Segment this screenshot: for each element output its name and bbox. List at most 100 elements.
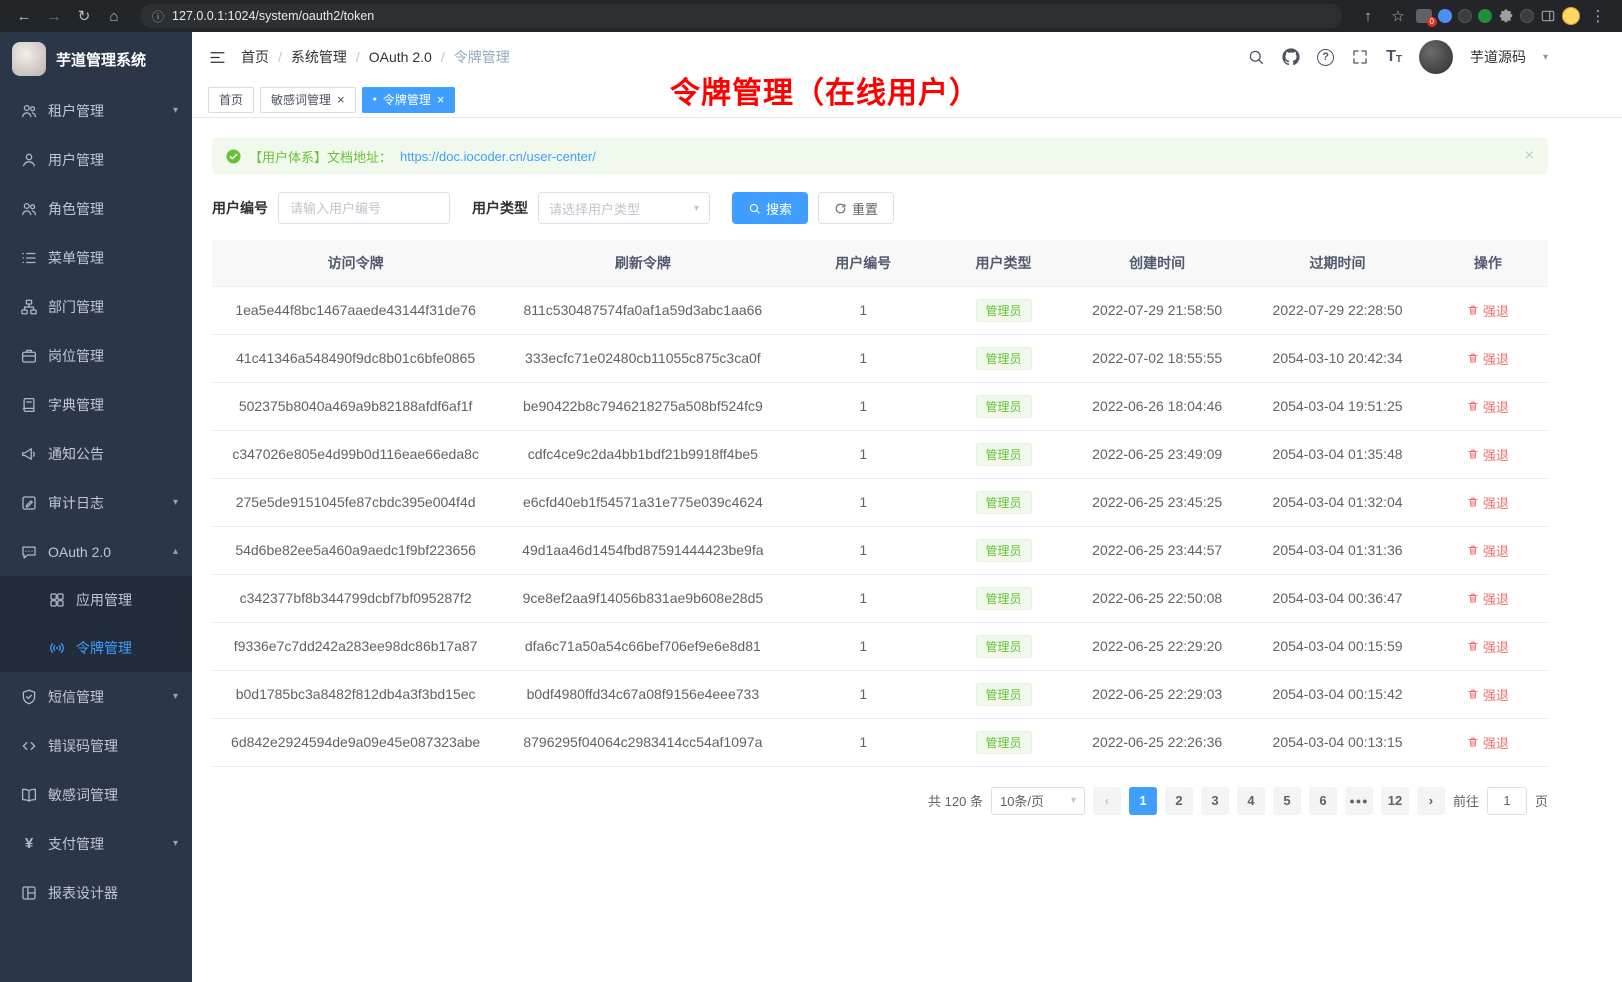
user-icon [20,151,38,169]
alert-close-icon[interactable]: × [1525,147,1534,165]
sidebar-item-error-code[interactable]: 错误码管理 [0,721,192,770]
browser-back-button[interactable]: ← [12,8,36,25]
delete-icon [1467,640,1479,652]
page-button-12[interactable]: 12 [1381,787,1409,815]
sidebar-item-menu[interactable]: 菜单管理 [0,233,192,282]
action-cell: 强退 [1428,478,1548,526]
sidebar-item-dept[interactable]: 部门管理 [0,282,192,331]
extension-blue-icon[interactable] [1438,9,1452,23]
share-icon[interactable]: ↑ [1356,8,1380,25]
sidebar-item-role[interactable]: 角色管理 [0,184,192,233]
delete-icon [1467,688,1479,700]
browser-profile-avatar[interactable] [1562,7,1580,25]
extensions-puzzle-icon[interactable] [1498,8,1514,24]
tab-home[interactable]: 首页 [208,87,254,113]
table-row: b0d1785bc3a8482f812db4a3f3bd15ec b0df498… [212,670,1548,718]
code-icon [20,737,38,755]
user-type-cell: 管理员 [940,670,1067,718]
breadcrumb-item-oauth2[interactable]: OAuth 2.0 [369,49,432,65]
sidebar-item-sensitive-word[interactable]: 敏感词管理 [0,770,192,819]
page-button-6[interactable]: 6 [1309,787,1337,815]
side-panel-icon[interactable] [1540,8,1556,24]
sidebar-item-notice[interactable]: 通知公告 [0,429,192,478]
next-page-button[interactable]: › [1417,787,1445,815]
created-time-cell: 2022-06-25 22:26:36 [1067,718,1247,766]
sidebar-item-tenant[interactable]: 租户管理 ▾ [0,86,192,135]
close-icon[interactable]: × [337,93,345,106]
user-id-input[interactable] [278,192,450,224]
force-logout-button[interactable]: 强退 [1467,349,1509,368]
user-avatar[interactable] [1419,40,1453,74]
search-icon[interactable] [1247,48,1265,66]
goto-page-input[interactable] [1487,787,1527,815]
org-tree-icon [20,298,38,316]
site-info-icon[interactable]: ⓘ [152,8,164,25]
sidebar-item-label: 审计日志 [48,493,104,513]
close-icon[interactable]: × [437,93,445,106]
extension-dark-icon[interactable] [1458,9,1472,23]
browser-forward-button[interactable]: → [42,8,66,25]
sidebar-item-dict[interactable]: 字典管理 [0,380,192,429]
action-cell: 强退 [1428,622,1548,670]
prev-page-button[interactable]: ‹ [1093,787,1121,815]
reset-button[interactable]: 重置 [818,192,894,224]
force-logout-button[interactable]: 强退 [1467,637,1509,656]
more-pages-button[interactable]: ●●● [1345,787,1373,815]
delete-icon [1467,496,1479,508]
tab-token[interactable]: ●令牌管理× [362,87,456,113]
fullscreen-icon[interactable] [1351,48,1369,66]
force-logout-button[interactable]: 强退 [1467,397,1509,416]
table-row: f9336e7c7dd242a283ee98dc86b17a87 dfa6c71… [212,622,1548,670]
edit-log-icon [20,494,38,512]
force-logout-button[interactable]: 强退 [1467,301,1509,320]
app-grid-icon [48,591,66,609]
tab-sensitive-word[interactable]: 敏感词管理× [260,87,356,113]
sidebar-item-report-designer[interactable]: 报表设计器 [0,868,192,917]
sidebar-item-oauth2[interactable]: OAuth 2.0 ▴ [0,527,192,576]
extension-green-icon[interactable] [1478,9,1492,23]
page-button-1[interactable]: 1 [1129,787,1157,815]
bookmark-star-icon[interactable]: ☆ [1386,7,1410,25]
sidebar-item-user[interactable]: 用户管理 [0,135,192,184]
force-logout-button[interactable]: 强退 [1467,445,1509,464]
font-size-icon[interactable]: TT [1386,49,1402,65]
page-size-select[interactable]: 10条/页▾ [991,787,1085,815]
browser-menu-icon[interactable]: ⋮ [1586,7,1610,25]
force-logout-button[interactable]: 强退 [1467,733,1509,752]
access-token-cell: 1ea5e44f8bc1467aaede43144f31de76 [212,286,499,334]
sidebar-subitem-token[interactable]: 令牌管理 [0,624,192,672]
user-type-select[interactable]: 请选择用户类型▾ [538,192,710,224]
doc-link[interactable]: https://doc.iocoder.cn/user-center/ [400,149,596,164]
sidebar-subitem-app[interactable]: 应用管理 [0,576,192,624]
help-icon[interactable]: ? [1317,49,1334,66]
user-menu-caret-icon[interactable]: ▾ [1543,52,1548,63]
force-logout-button[interactable]: 强退 [1467,589,1509,608]
force-logout-button[interactable]: 强退 [1467,541,1509,560]
extension-badged-icon[interactable]: 0 [1416,9,1432,23]
breadcrumb-item-system[interactable]: 系统管理 [291,47,347,67]
force-logout-button[interactable]: 强退 [1467,493,1509,512]
github-icon[interactable] [1282,48,1300,66]
page-button-2[interactable]: 2 [1165,787,1193,815]
table-row: 1ea5e44f8bc1467aaede43144f31de76 811c530… [212,286,1548,334]
page-button-4[interactable]: 4 [1237,787,1265,815]
browser-home-button[interactable]: ⌂ [102,8,126,25]
team-icon [20,200,38,218]
extension-dark2-icon[interactable] [1520,9,1534,23]
user-name[interactable]: 芋道源码 [1470,47,1526,67]
sidebar-item-audit-log[interactable]: 审计日志 ▾ [0,478,192,527]
sidebar-toggle-icon[interactable] [208,48,227,67]
breadcrumb-item-home[interactable]: 首页 [241,47,269,67]
force-logout-button[interactable]: 强退 [1467,685,1509,704]
sidebar-item-post[interactable]: 岗位管理 [0,331,192,380]
token-table: 访问令牌 刷新令牌 用户编号 用户类型 创建时间 过期时间 操作 1ea5e44… [212,240,1548,767]
page-button-3[interactable]: 3 [1201,787,1229,815]
action-cell: 强退 [1428,334,1548,382]
search-icon [748,202,761,215]
sidebar-item-payment[interactable]: ¥ 支付管理 ▾ [0,819,192,868]
browser-reload-button[interactable]: ↻ [72,7,96,25]
search-button[interactable]: 搜索 [732,192,808,224]
sidebar-item-sms[interactable]: 短信管理 ▾ [0,672,192,721]
page-button-5[interactable]: 5 [1273,787,1301,815]
address-bar[interactable]: ⓘ 127.0.0.1:1024/system/oauth2/token [140,4,1342,28]
